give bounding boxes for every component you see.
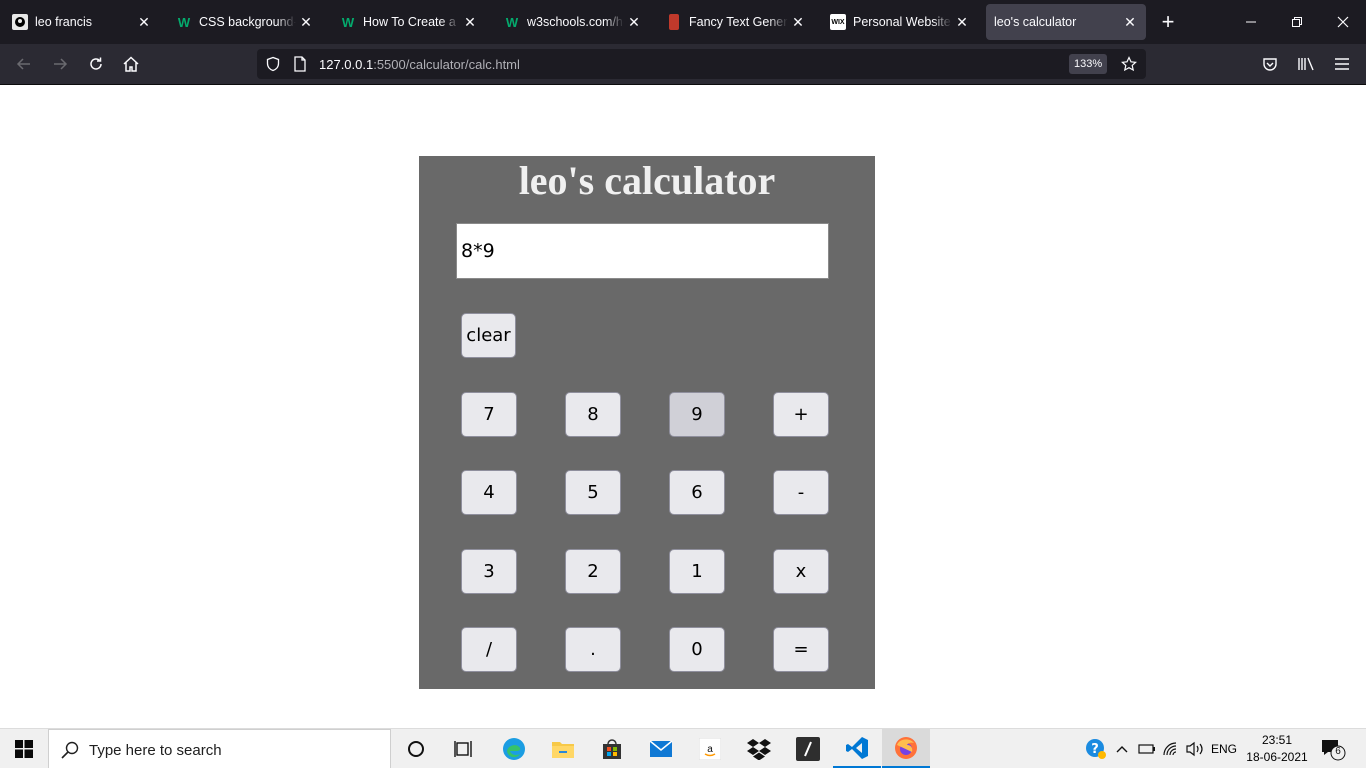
svg-text:a: a xyxy=(707,744,713,755)
tab-leos-calculator[interactable]: leo's calculator ✕ xyxy=(986,4,1146,40)
w3schools-icon: W xyxy=(505,14,519,30)
key-equals-button[interactable]: = xyxy=(773,627,829,672)
pocket-icon[interactable] xyxy=(1256,50,1284,78)
calculator-title: leo's calculator xyxy=(518,158,776,203)
task-view-icon[interactable] xyxy=(440,729,488,768)
mail-icon[interactable] xyxy=(637,729,685,768)
clock-time: 23:51 xyxy=(1261,733,1293,747)
close-tab-icon[interactable]: ✕ xyxy=(952,12,972,32)
library-icon[interactable] xyxy=(1292,50,1320,78)
new-tab-button[interactable]: + xyxy=(1156,9,1180,34)
key-decimal-button[interactable]: . xyxy=(565,627,621,672)
close-tab-icon[interactable]: ✕ xyxy=(134,12,154,32)
url-host: 127.0.0.1 xyxy=(319,57,374,72)
tab-fancy-text-generator[interactable]: Fancy Text Generator ✕ xyxy=(656,4,814,40)
minimize-window-icon[interactable] xyxy=(1237,8,1265,36)
notification-center-icon[interactable]: 6 xyxy=(1320,737,1346,761)
tab-w3schools-how[interactable]: W w3schools.com/how ✕ xyxy=(494,4,650,40)
dropbox-icon[interactable] xyxy=(735,729,783,768)
help-icon[interactable]: ? xyxy=(1084,729,1108,768)
calculator-display-input[interactable]: 8*9 xyxy=(456,223,829,279)
close-tab-icon[interactable]: ✕ xyxy=(460,12,480,32)
key-multiply-button[interactable]: x xyxy=(773,549,829,594)
home-icon[interactable] xyxy=(117,50,145,78)
url-text: 127.0.0.1:5500/calculator/calc.html xyxy=(319,57,520,72)
vscode-icon[interactable] xyxy=(833,729,881,768)
taskbar-search-box[interactable]: Type here to search xyxy=(48,729,391,768)
bookmark-star-icon[interactable] xyxy=(1119,54,1139,74)
tab-title: leo's calculator xyxy=(994,15,1077,29)
tab-title: Fancy Text Generator xyxy=(689,15,788,29)
close-tab-icon[interactable]: ✕ xyxy=(1120,12,1140,32)
fancy-text-icon xyxy=(669,14,679,30)
windows-taskbar: Type here to search a ? ENG 23:51 18-06-… xyxy=(0,728,1366,768)
language-indicator[interactable]: ENG xyxy=(1208,729,1240,768)
key-7-button[interactable]: 7 xyxy=(461,392,517,437)
tab-leo-francis[interactable]: leo francis ✕ xyxy=(2,4,160,40)
key-9-button[interactable]: 9 xyxy=(669,392,725,437)
close-tab-icon[interactable]: ✕ xyxy=(296,12,316,32)
key-8-button[interactable]: 8 xyxy=(565,392,621,437)
tracking-protection-shield-icon[interactable] xyxy=(263,54,283,74)
hamburger-menu-icon[interactable] xyxy=(1328,50,1356,78)
notification-count-badge: 6 xyxy=(1335,746,1341,757)
reload-icon[interactable] xyxy=(82,50,110,78)
key-plus-button[interactable]: + xyxy=(773,392,829,437)
search-placeholder: Type here to search xyxy=(89,742,222,759)
key-2-button[interactable]: 2 xyxy=(565,549,621,594)
key-3-button[interactable]: 3 xyxy=(461,549,517,594)
tab-title: leo francis xyxy=(35,15,92,29)
cortana-icon[interactable] xyxy=(392,729,440,768)
key-0-button[interactable]: 0 xyxy=(669,627,725,672)
firefox-icon[interactable] xyxy=(882,729,930,768)
tab-strip: leo francis ✕ W CSS background-repeat ✕ … xyxy=(0,0,1366,44)
microsoft-store-icon[interactable] xyxy=(588,729,636,768)
tab-css-background-repeat[interactable]: W CSS background-repeat ✕ xyxy=(166,4,322,40)
key-1-button[interactable]: 1 xyxy=(669,549,725,594)
terminal-app-icon[interactable] xyxy=(784,729,832,768)
w3schools-icon: W xyxy=(341,14,355,30)
key-divide-button[interactable]: / xyxy=(461,627,517,672)
tab-personal-website[interactable]: WIX Personal Website Te ✕ xyxy=(820,4,978,40)
key-6-button[interactable]: 6 xyxy=(669,470,725,515)
page-viewport: leo's calculator 8*9 clear 7 8 9 + 4 5 6… xyxy=(0,85,1366,728)
volume-icon[interactable] xyxy=(1184,729,1206,768)
clear-button[interactable]: clear xyxy=(461,313,516,358)
close-tab-icon[interactable]: ✕ xyxy=(788,12,808,32)
forward-arrow-icon[interactable] xyxy=(46,50,74,78)
close-window-icon[interactable] xyxy=(1329,8,1357,36)
close-tab-icon[interactable]: ✕ xyxy=(624,12,644,32)
navigation-toolbar: 127.0.0.1:5500/calculator/calc.html 133% xyxy=(0,44,1366,85)
tab-title: w3schools.com/how xyxy=(527,15,624,29)
zoom-level-badge[interactable]: 133% xyxy=(1069,54,1108,74)
back-arrow-icon[interactable] xyxy=(10,50,38,78)
key-4-button[interactable]: 4 xyxy=(461,470,517,515)
svg-text:?: ? xyxy=(1091,742,1099,757)
restore-window-icon[interactable] xyxy=(1283,8,1311,36)
url-path: :5500/calculator/calc.html xyxy=(373,57,520,72)
calculator: leo's calculator 8*9 clear 7 8 9 + 4 5 6… xyxy=(419,156,875,689)
system-clock[interactable]: 23:51 18-06-2021 xyxy=(1246,732,1308,766)
amazon-icon[interactable]: a xyxy=(686,729,734,768)
edge-browser-icon[interactable] xyxy=(490,729,538,768)
w3schools-icon: W xyxy=(177,14,191,30)
search-icon xyxy=(60,740,80,760)
github-icon xyxy=(12,14,28,30)
clock-date: 18-06-2021 xyxy=(1246,750,1308,764)
tab-title: CSS background-repeat xyxy=(199,15,296,29)
file-explorer-icon[interactable] xyxy=(539,729,587,768)
battery-icon[interactable] xyxy=(1137,729,1157,768)
tab-title: How To Create a Full xyxy=(363,15,460,29)
key-minus-button[interactable]: - xyxy=(773,470,829,515)
tab-how-to-create[interactable]: W How To Create a Full ✕ xyxy=(330,4,486,40)
page-info-icon[interactable] xyxy=(290,54,310,74)
chevron-up-icon[interactable] xyxy=(1112,729,1132,768)
tab-title: Personal Website Te xyxy=(853,15,952,29)
key-5-button[interactable]: 5 xyxy=(565,470,621,515)
wifi-icon[interactable] xyxy=(1161,729,1181,768)
wix-icon: WIX xyxy=(830,14,846,30)
address-bar[interactable]: 127.0.0.1:5500/calculator/calc.html 133% xyxy=(257,49,1146,79)
windows-start-icon[interactable] xyxy=(0,729,48,768)
